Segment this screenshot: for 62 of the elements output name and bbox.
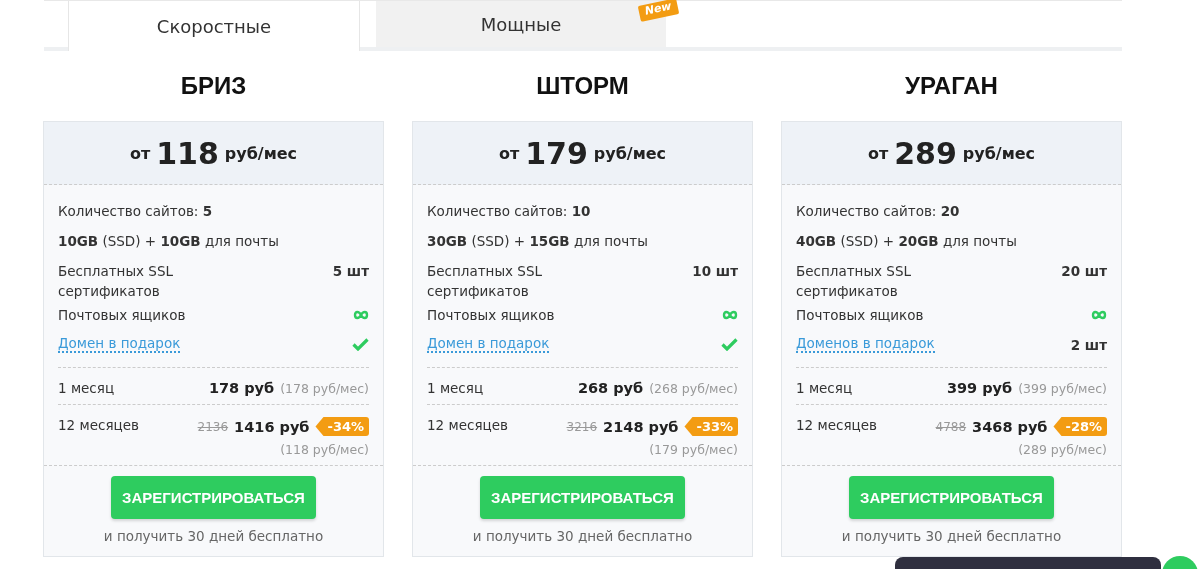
tab[interactable]: Скоростные (68, 1, 360, 51)
plan-name: ШТОРМ (535, 71, 630, 101)
monthly-rate: (399 руб/мес) (1018, 380, 1107, 396)
feature-label: Почтовых ящиков (796, 306, 924, 325)
monthly-rate: (289 руб/мес) (1018, 442, 1107, 457)
feature-label: Бесплатных SSL сертификатов (427, 262, 543, 301)
period-label: 12 месяцев (427, 417, 508, 435)
period-label: 1 месяц (427, 380, 484, 396)
discount-tag: -33% (684, 417, 738, 436)
period-price: 399 руб (946, 380, 1013, 396)
domain-link[interactable]: Доменов в подарок (796, 335, 935, 353)
period-price: 1416 руб (234, 418, 310, 435)
period-price: 178 руб (208, 380, 275, 396)
domain-link[interactable]: Домен в подарок (427, 335, 550, 353)
domain-link[interactable]: Домен в подарок (58, 335, 181, 353)
price-prefix: от (498, 143, 520, 163)
old-price: 4788 (935, 419, 967, 434)
trial-note: и получить 30 дней бесплатно (841, 528, 1062, 544)
feature-label: Бесплатных SSL сертификатов (58, 262, 174, 301)
price-prefix: от (867, 143, 889, 163)
period-price: 268 руб (577, 380, 644, 396)
price: 179 (525, 135, 588, 171)
register-button[interactable]: ЗАРЕГИСТРИРОВАТЬСЯ (111, 476, 316, 519)
price-unit: руб/мес (962, 143, 1036, 163)
feature-label: Почтовых ящиков (58, 306, 186, 325)
feature-label: 10GB (SSD) + 10GB для почты (58, 232, 279, 251)
price-prefix: от (129, 143, 151, 163)
feature-label: Количество сайтов: 5 (58, 202, 213, 221)
feature-label: Количество сайтов: 10 (427, 202, 591, 221)
feature-value: 10 шт (692, 262, 738, 281)
price: 118 (156, 135, 219, 171)
price: 289 (894, 135, 957, 171)
trial-note: и получить 30 дней бесплатно (103, 528, 324, 544)
feature-label: Бесплатных SSL сертификатов (796, 262, 912, 301)
feature-value: 5 шт (332, 262, 369, 281)
period-label: 12 месяцев (796, 417, 877, 435)
period-label: 1 месяц (796, 380, 853, 396)
plan-name: БРИЗ (179, 71, 248, 101)
register-button[interactable]: ЗАРЕГИСТРИРОВАТЬСЯ (480, 476, 685, 519)
period-label: 1 месяц (58, 380, 115, 396)
price-unit: руб/мес (224, 143, 298, 163)
feature-label: 30GB (SSD) + 15GB для почты (427, 232, 648, 251)
feature-value: 20 шт (1061, 262, 1107, 281)
period-price: 2148 руб (603, 418, 679, 435)
period-label: 12 месяцев (58, 417, 139, 435)
feature-value: 2 шт (1070, 336, 1107, 355)
trial-note: и получить 30 дней бесплатно (472, 528, 693, 544)
plan-name: УРАГАН (904, 71, 999, 101)
price-unit: руб/мес (593, 143, 667, 163)
discount-tag: -34% (315, 417, 369, 436)
register-button[interactable]: ЗАРЕГИСТРИРОВАТЬСЯ (849, 476, 1054, 519)
feature-label: Количество сайтов: 20 (796, 202, 960, 221)
monthly-rate: (178 руб/мес) (280, 380, 369, 396)
old-price: 3216 (566, 419, 598, 434)
feature-label: Почтовых ящиков (427, 306, 555, 325)
monthly-rate: (179 руб/мес) (649, 442, 738, 457)
feature-label: 40GB (SSD) + 20GB для почты (796, 232, 1017, 251)
period-price: 3468 руб (972, 418, 1048, 435)
monthly-rate: (118 руб/мес) (280, 442, 369, 457)
old-price: 2136 (197, 419, 229, 434)
discount-tag: -28% (1053, 417, 1107, 436)
monthly-rate: (268 руб/мес) (649, 380, 738, 396)
